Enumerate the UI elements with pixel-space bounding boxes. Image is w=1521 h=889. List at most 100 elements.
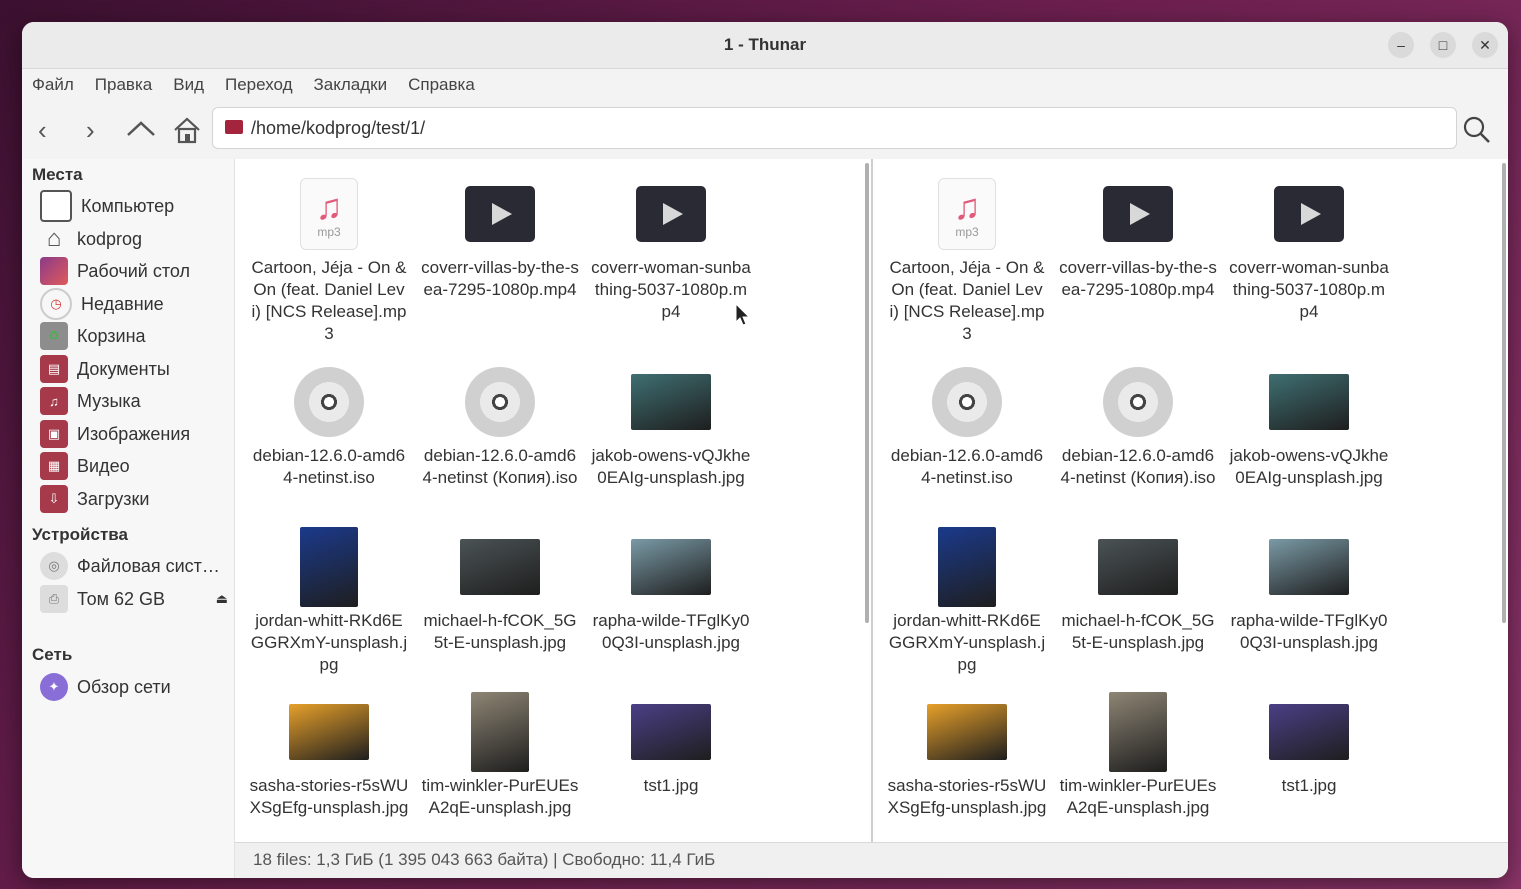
sidebar-item-trash[interactable]: ♻ Корзина [40,321,230,351]
file-name: debian-12.6.0-amd64-netinst.iso [252,446,406,487]
sidebar-item-recent[interactable]: ◷ Недавние [40,288,230,320]
image-thumbnail [289,704,369,760]
pictures-folder-icon: ▣ [40,420,68,448]
forward-icon[interactable]: › [86,115,95,145]
sidebar-item-desktop[interactable]: Рабочий стол [40,256,230,286]
file-name: tim-winkler-PurEUEsA2qE-unsplash.jpg [421,776,579,817]
minimize-button[interactable]: – [1388,32,1414,58]
file-item[interactable]: jakob-owens-vQJkhe0EAIg-unsplash.jpg [1225,359,1393,489]
file-item[interactable]: debian-12.6.0-amd64-netinst (Копия).iso [416,359,584,489]
file-thumbnail [245,689,413,775]
eject-icon[interactable]: ⏏ [216,591,228,607]
trash-icon: ♻ [40,322,68,350]
file-name: jakob-owens-vQJkhe0EAIg-unsplash.jpg [1229,446,1389,487]
file-item[interactable]: ♫ mp3 Cartoon, Jéja - On & On (feat. Danie… [245,171,413,345]
search-icon[interactable] [1462,115,1492,150]
file-name: coverr-villas-by-the-sea-7295-1080p.mp4 [1059,258,1217,299]
disc-image-icon [465,367,535,437]
file-item[interactable]: debian-12.6.0-amd64-netinst.iso [245,359,413,489]
sidebar-item-home[interactable]: ⌂ kodprog [40,224,230,254]
image-thumbnail [927,704,1007,760]
computer-icon [40,190,72,222]
file-thumbnail [1225,524,1393,610]
documents-folder-icon: ▤ [40,355,68,383]
file-item[interactable]: tim-winkler-PurEUEsA2qE-unsplash.jpg [416,689,584,819]
file-item[interactable]: tst1.jpg [587,689,755,797]
file-name: coverr-villas-by-the-sea-7295-1080p.mp4 [421,258,579,299]
file-name: coverr-woman-sunbathing-5037-1080p.mp4 [1229,258,1389,321]
menu-edit[interactable]: Правка [95,75,152,95]
back-icon[interactable]: ‹ [38,115,47,145]
image-thumbnail [631,704,711,760]
file-name: jakob-owens-vQJkhe0EAIg-unsplash.jpg [591,446,751,487]
file-item[interactable]: michael-h-fCOK_5G5t-E-unsplash.jpg [1054,524,1222,654]
up-icon[interactable] [126,115,156,145]
left-file-pane[interactable]: ♫ mp3 Cartoon, Jéja - On & On (feat. Danie… [235,159,871,842]
file-item[interactable]: jakob-owens-vQJkhe0EAIg-unsplash.jpg [587,359,755,489]
sidebar-item-network[interactable]: ✦ Обзор сети [40,672,230,702]
video-file-icon [1103,186,1173,242]
file-item[interactable]: coverr-villas-by-the-sea-7295-1080p.mp4 [416,171,584,301]
file-name: tst1.jpg [1281,776,1337,795]
file-item[interactable]: rapha-wilde-TFglKy00Q3I-unsplash.jpg [1225,524,1393,654]
file-item[interactable]: ♫ mp3 Cartoon, Jéja - On & On (feat. Danie… [883,171,1051,345]
videos-folder-icon: ▦ [40,452,68,480]
file-item[interactable]: debian-12.6.0-amd64-netinst.iso [883,359,1051,489]
close-button[interactable]: ✕ [1472,32,1498,58]
file-item[interactable]: coverr-woman-sunbathing-5037-1080p.mp4 [1225,171,1393,323]
location-bar[interactable]: /home/kodprog/test/1/ [212,107,1457,149]
file-item[interactable]: tim-winkler-PurEUEsA2qE-unsplash.jpg [1054,689,1222,819]
sidebar-item-downloads[interactable]: ⇩ Загрузки [40,484,230,514]
image-thumbnail [938,527,996,607]
file-name: tim-winkler-PurEUEsA2qE-unsplash.jpg [1059,776,1217,817]
disc-image-icon [932,367,1002,437]
file-name: michael-h-fCOK_5G5t-E-unsplash.jpg [1061,611,1215,652]
file-item[interactable]: debian-12.6.0-amd64-netinst (Копия).iso [1054,359,1222,489]
video-file-icon [1274,186,1344,242]
title-bar[interactable]: 1 - Thunar – □ ✕ [22,22,1508,69]
file-name: debian-12.6.0-amd64-netinst (Копия).iso [1060,446,1216,487]
sidebar-item-label: Изображения [77,423,191,444]
location-path[interactable]: /home/kodprog/test/1/ [251,118,425,139]
sidebar-item-music[interactable]: ♫ Музыка [40,386,230,416]
file-item[interactable]: tst1.jpg [1225,689,1393,797]
file-item[interactable]: coverr-villas-by-the-sea-7295-1080p.mp4 [1054,171,1222,301]
sidebar-item-pictures[interactable]: ▣ Изображения [40,419,230,449]
sidebar-item-documents[interactable]: ▤ Документы [40,354,230,384]
file-item[interactable]: coverr-woman-sunbathing-5037-1080p.mp4 [587,171,755,323]
menu-view[interactable]: Вид [173,75,204,95]
file-name: Cartoon, Jéja - On & On (feat. Daniel Le… [889,258,1045,343]
file-thumbnail [416,689,584,775]
menu-bookmarks[interactable]: Закладки [314,75,388,95]
sidebar-item-volume[interactable]: ⎙ Том 62 GB ⏏ [40,584,230,614]
file-item[interactable]: rapha-wilde-TFglKy00Q3I-unsplash.jpg [587,524,755,654]
scrollbar[interactable] [865,163,869,623]
scrollbar[interactable] [1502,163,1506,623]
sidebar-item-filesystem[interactable]: ◎ Файловая сист… [40,551,230,581]
maximize-button[interactable]: □ [1430,32,1456,58]
file-item[interactable]: jordan-whitt-RKd6EGGRXmY-unsplash.jpg [245,524,413,676]
file-thumbnail [1225,689,1393,775]
sidebar: Места Компьютер ⌂ kodprog Рабочий стол ◷… [22,159,235,878]
sidebar-item-videos[interactable]: ▦ Видео [40,451,230,481]
home-icon: ⌂ [46,225,62,252]
sidebar-item-label: Загрузки [77,488,150,509]
usb-drive-icon: ⎙ [40,585,68,613]
file-item[interactable]: michael-h-fCOK_5G5t-E-unsplash.jpg [416,524,584,654]
file-item[interactable]: jordan-whitt-RKd6EGGRXmY-unsplash.jpg [883,524,1051,676]
menu-help[interactable]: Справка [408,75,475,95]
file-name: jordan-whitt-RKd6EGGRXmY-unsplash.jpg [250,611,408,674]
right-file-pane[interactable]: ♫ mp3 Cartoon, Jéja - On & On (feat. Danie… [873,159,1508,842]
sidebar-item-label: Музыка [77,390,141,411]
home-icon[interactable] [172,115,202,151]
status-bar: 18 files: 1,3 ГиБ (1 395 043 663 байта) … [235,842,1508,878]
sidebar-item-computer[interactable]: Компьютер [40,190,230,222]
sidebar-item-label: Корзина [77,325,146,346]
file-item[interactable]: sasha-stories-r5sWUXSgEfg-unsplash.jpg [883,689,1051,819]
menu-bar: Файл Правка Вид Переход Закладки Справка [22,69,1508,101]
file-item[interactable]: sasha-stories-r5sWUXSgEfg-unsplash.jpg [245,689,413,819]
menu-file[interactable]: Файл [32,75,74,95]
drive-icon: ◎ [40,552,68,580]
menu-go[interactable]: Переход [225,75,293,95]
file-name: tst1.jpg [643,776,699,795]
